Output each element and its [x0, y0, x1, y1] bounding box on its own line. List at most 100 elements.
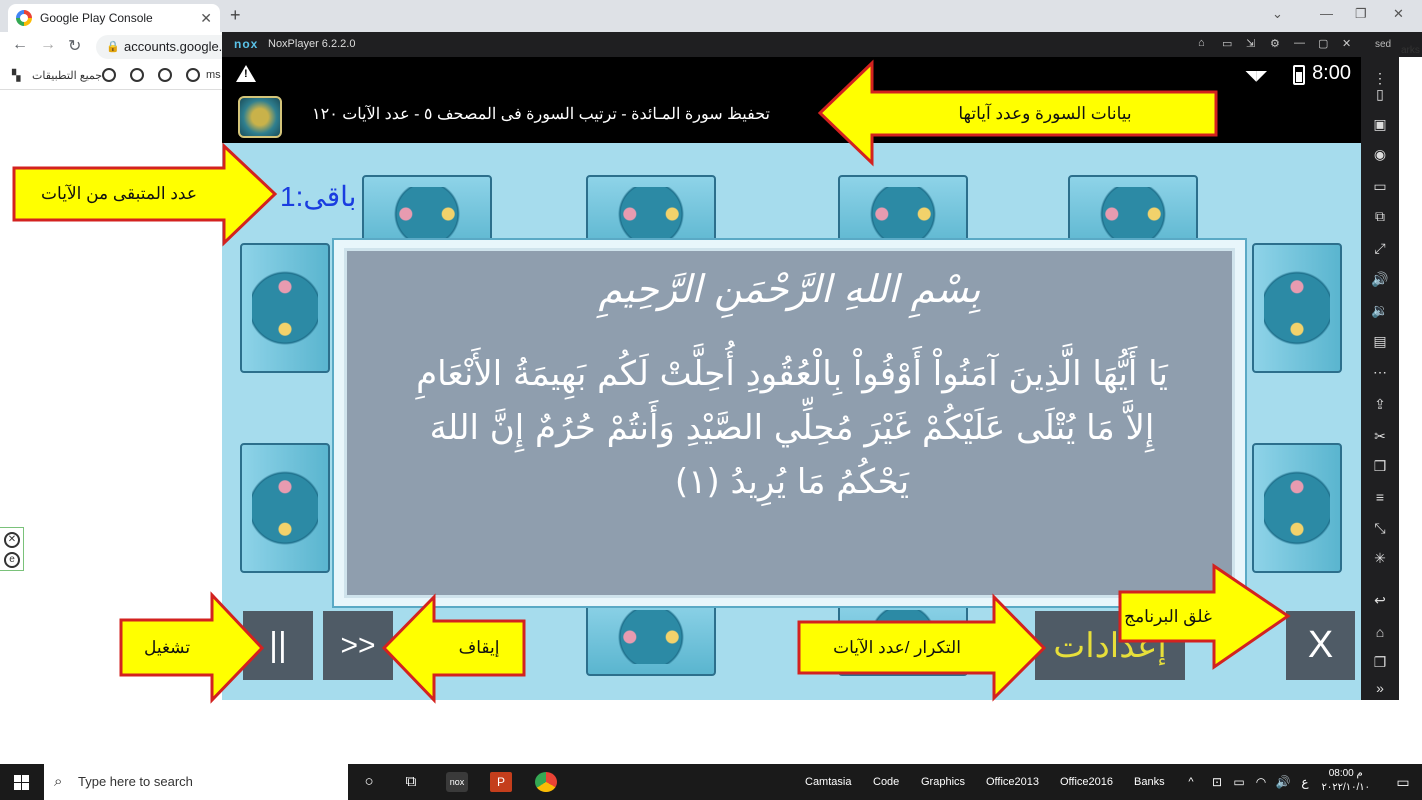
volume-icon[interactable]: 🔊 — [1272, 772, 1294, 792]
bismillah: بِسْمِ اللهِ الرَّحْمَنِ الرَّحِيمِ — [598, 267, 981, 311]
chevron-down-icon[interactable]: ⌄ — [1272, 6, 1283, 22]
restore-icon[interactable]: ❐ — [1355, 6, 1367, 22]
screen-icon[interactable]: ▭ — [1371, 177, 1389, 195]
taskbar-folder[interactable]: Graphics — [921, 764, 965, 800]
clock-date: ٢٠٢٢/١٠/١٠ — [1321, 782, 1370, 793]
clock-time: 08:00 م — [1328, 768, 1363, 779]
status-time: 8:00 — [1312, 62, 1351, 84]
home-icon[interactable]: ⌂ — [1371, 623, 1389, 641]
copy-icon[interactable]: ❒ — [1371, 457, 1389, 475]
nox-taskbar-icon[interactable]: nox — [446, 772, 468, 792]
home-icon[interactable]: ⌂ — [1198, 37, 1205, 49]
header-title: تحفيظ سورة المـائدة - ترتيب السورة فى ال… — [312, 106, 771, 123]
taskbar-folder[interactable]: Code — [873, 764, 899, 800]
powerpoint-icon[interactable]: P — [490, 772, 512, 792]
close-tab-icon[interactable]: ✕ — [200, 10, 212, 27]
taskbar-folder[interactable]: Banks — [1134, 764, 1165, 800]
callout-play: تشغيل — [143, 637, 191, 657]
fullscreen-icon[interactable]: ⤢ — [1371, 239, 1389, 257]
windows-taskbar: ⌕ Type here to search ○ ⧉ nox P Camtasia… — [0, 764, 1422, 800]
close-app-button[interactable]: X — [1286, 611, 1355, 680]
play-pause-button[interactable]: || — [243, 611, 313, 680]
resize-icon[interactable]: ⤡ — [1371, 519, 1389, 537]
forward-icon[interactable]: → — [40, 36, 56, 54]
wifi-icon[interactable]: ◠ — [1250, 772, 1272, 792]
taskbar-clock[interactable]: 08:00 م ٢٠٢٢/١٠/١٠ — [1321, 767, 1370, 795]
close-icon[interactable]: ✕ — [1342, 37, 1351, 50]
close-extension-icon[interactable]: ✕ — [4, 532, 20, 548]
toolbox-icon[interactable]: ▤ — [1371, 332, 1389, 350]
network-icon[interactable]: ⊡ — [1206, 772, 1228, 792]
verse-frame: بِسْمِ اللهِ الرَّحْمَنِ الرَّحِيمِ يَا … — [332, 238, 1247, 608]
taskbar-folder[interactable]: Office2013 — [986, 764, 1039, 800]
globe-icon[interactable] — [158, 68, 172, 82]
bookmark-right-label-2: sed — [1375, 39, 1392, 50]
ornament — [1252, 443, 1342, 573]
volume-up-icon[interactable]: 🔊 — [1371, 270, 1389, 288]
back-icon[interactable]: ← — [12, 36, 28, 54]
scissors-icon[interactable]: ✂ — [1371, 427, 1389, 445]
expand-icon[interactable]: » — [1371, 679, 1389, 697]
apk-icon[interactable]: ⇪ — [1371, 395, 1389, 413]
callout-repeat: التكرار /عدد الآيات — [833, 637, 961, 657]
minimize-icon[interactable]: — — [1294, 37, 1305, 49]
phone-icon[interactable]: ▯ — [1371, 85, 1389, 103]
cortana-icon[interactable]: ○ — [358, 772, 380, 792]
browser-tab[interactable]: Google Play Console ✕ — [8, 4, 220, 32]
extension-e-icon[interactable]: e — [4, 552, 20, 568]
new-tab-button[interactable]: + — [230, 5, 241, 26]
browser-bookmark-overflow: arks — [1399, 45, 1422, 700]
notification-icon[interactable]: ▭ — [1392, 772, 1414, 792]
nox-logo: nox — [234, 37, 259, 51]
globe-icon[interactable] — [102, 68, 116, 82]
pin-icon[interactable]: ⇲ — [1246, 37, 1255, 50]
gear-icon[interactable]: ⚙ — [1270, 37, 1280, 50]
callout-close-app: غلق البرنامج — [1124, 606, 1212, 626]
taskbar-folder[interactable]: Office2016 — [1060, 764, 1113, 800]
browser-tab-bar: Google Play Console ✕ + ⌄ — ❐ ✕ — [0, 0, 1422, 32]
globe-icon[interactable] — [130, 68, 144, 82]
task-view-icon[interactable]: ⧉ — [400, 772, 422, 792]
ornament — [240, 243, 330, 373]
search-icon: ⌕ — [54, 773, 63, 790]
minimize-icon[interactable]: — — [1320, 6, 1333, 21]
reload-icon[interactable]: ↻ — [68, 36, 81, 56]
multi-instance-icon[interactable]: ⧉ — [1371, 207, 1389, 225]
callout-stop: إيقاف — [458, 638, 500, 657]
close-window-icon[interactable]: ✕ — [1393, 6, 1404, 22]
url-text: accounts.google. — [124, 39, 223, 54]
windows-start-icon[interactable] — [14, 775, 29, 790]
bookmark-ms[interactable]: ms — [206, 69, 221, 81]
battery-icon[interactable]: ▭ — [1228, 772, 1250, 792]
menu-icon[interactable]: ≡ — [1371, 488, 1389, 506]
ornament — [586, 598, 716, 676]
taskbar-folder[interactable]: Camtasia — [805, 764, 851, 800]
apps-grid-icon[interactable]: ▚ — [12, 69, 20, 82]
bookmark-apps[interactable]: جميع التطبيقات — [32, 69, 102, 82]
extension-panel: ✕ e — [0, 527, 24, 571]
keyboard-icon[interactable]: ▭ — [1222, 37, 1232, 50]
maximize-icon[interactable]: ▢ — [1318, 37, 1328, 50]
macro-icon[interactable]: ⋯ — [1371, 363, 1389, 381]
remaining-verses: باقى:1 — [280, 181, 357, 212]
search-placeholder: Type here to search — [78, 774, 193, 789]
robot-icon[interactable]: ▣ — [1371, 115, 1389, 133]
ornament — [1252, 243, 1342, 373]
verse-text: يَا أَيُّهَا الَّذِينَ آمَنُواْ أَوْفُوا… — [416, 354, 1168, 502]
tab-title: Google Play Console — [40, 11, 153, 25]
taskbar-search-input[interactable]: ⌕ Type here to search — [44, 764, 348, 800]
stop-button[interactable]: >> — [323, 611, 393, 680]
globe-icon[interactable] — [186, 68, 200, 82]
nox-version: NoxPlayer 6.2.2.0 — [268, 38, 356, 50]
recent-apps-icon[interactable]: ❐ — [1371, 653, 1389, 671]
location-icon[interactable]: ◉ — [1371, 145, 1389, 163]
volume-down-icon[interactable]: 🔉 — [1371, 301, 1389, 319]
chevron-up-icon[interactable]: ^ — [1180, 772, 1202, 792]
nox-title-bar: nox NoxPlayer 6.2.2.0 ⌂ ▭ ⇲ ⚙ — ▢ ✕ — [222, 32, 1422, 57]
wifi-icon: ◥◤ — [1245, 67, 1267, 83]
language-indicator[interactable]: ع — [1294, 772, 1316, 792]
shake-icon[interactable]: ✳ — [1371, 549, 1389, 567]
callout-remaining: عدد المتبقى من الآيات — [41, 184, 197, 203]
back-icon[interactable]: ↩ — [1371, 591, 1389, 609]
chrome-icon[interactable] — [535, 772, 557, 792]
